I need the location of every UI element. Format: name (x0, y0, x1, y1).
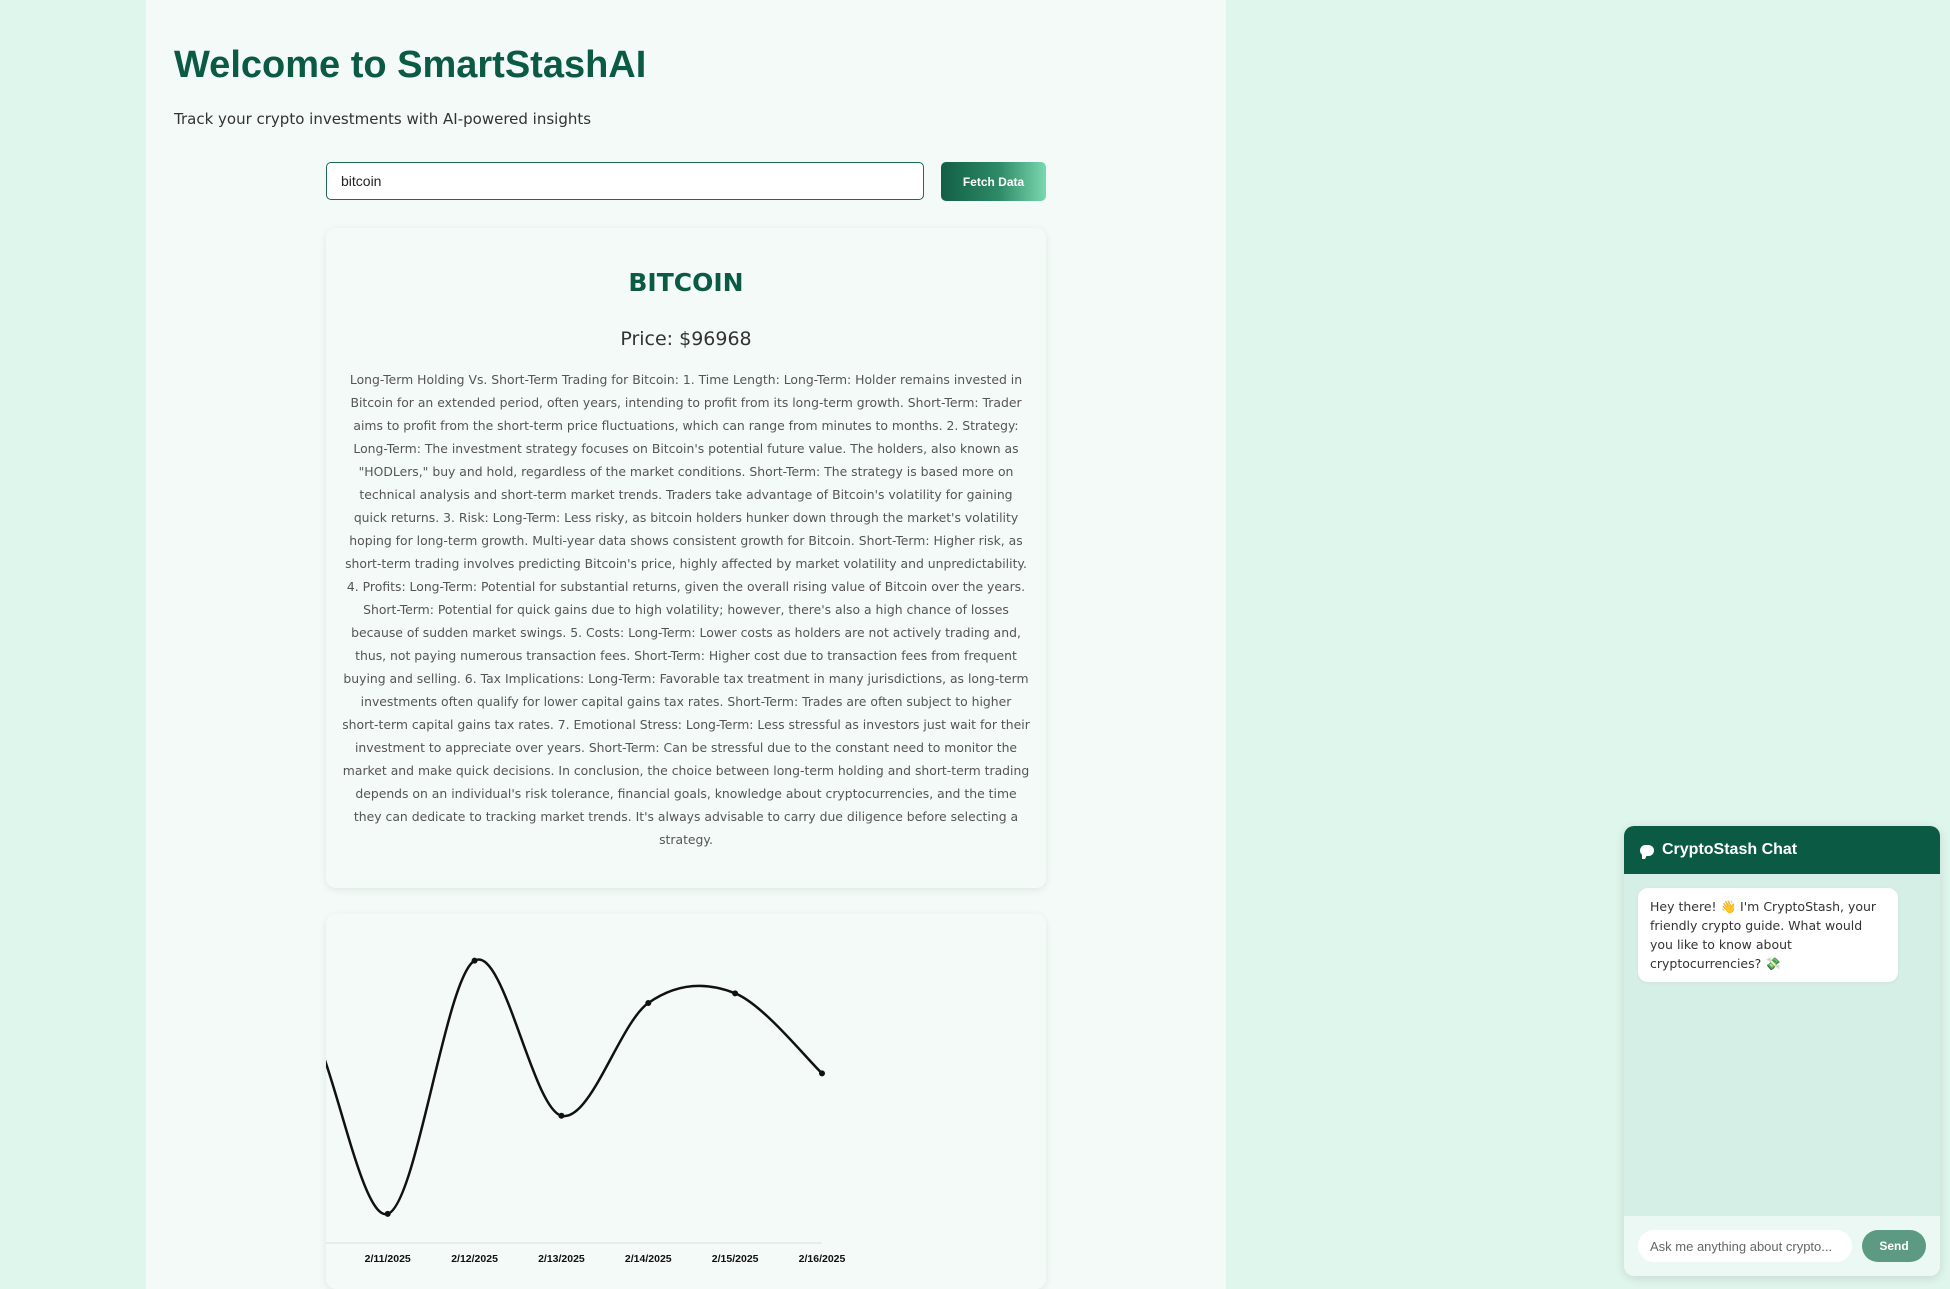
chat-header: CryptoStash Chat (1624, 826, 1940, 874)
data-point (471, 957, 478, 964)
chat-title: CryptoStash Chat (1662, 841, 1798, 858)
coin-search-input[interactable] (326, 162, 924, 200)
bot-message: Hey there! 👋 I'm CryptoStash, your frien… (1638, 888, 1898, 982)
data-point (645, 1000, 652, 1007)
x-tick-label: 2/16/2025 (799, 1253, 846, 1265)
data-point (384, 1210, 391, 1217)
page-subtitle: Track your crypto investments with AI-po… (174, 110, 592, 128)
page-title: Welcome to SmartStashAI (174, 44, 647, 86)
x-tick-label: 2/14/2025 (625, 1253, 672, 1265)
x-tick-label: 2/15/2025 (712, 1253, 759, 1265)
chat-widget: CryptoStash Chat Hey there! 👋 I'm Crypto… (1624, 826, 1940, 1276)
x-tick-label: 2/11/2025 (365, 1253, 411, 1265)
main-panel: Welcome to SmartStashAI Track your crypt… (146, 0, 1226, 1289)
chat-input[interactable] (1638, 1230, 1852, 1262)
x-tick-label: 2/13/2025 (538, 1253, 585, 1265)
chat-footer: Send (1624, 1216, 1940, 1276)
coin-analysis-text: Long-Term Holding Vs. Short-Term Trading… (342, 372, 1030, 847)
data-point (819, 1070, 825, 1077)
send-button[interactable]: Send (1862, 1230, 1926, 1262)
data-point (732, 990, 739, 997)
x-tick-label: 2/12/2025 (451, 1253, 498, 1265)
fetch-data-button[interactable]: Fetch Data (941, 162, 1046, 201)
coin-name: BITCOIN (628, 268, 744, 297)
chat-messages: Hey there! 👋 I'm CryptoStash, your frien… (1624, 874, 1940, 1216)
price-line (326, 958, 823, 1216)
chat-bubble-icon (1640, 844, 1654, 859)
data-point (558, 1112, 565, 1119)
coin-price: Price: $96968 (620, 328, 752, 350)
price-chart: 95,50096,00096,50097,00097,50098,0002/9/… (326, 957, 846, 1265)
